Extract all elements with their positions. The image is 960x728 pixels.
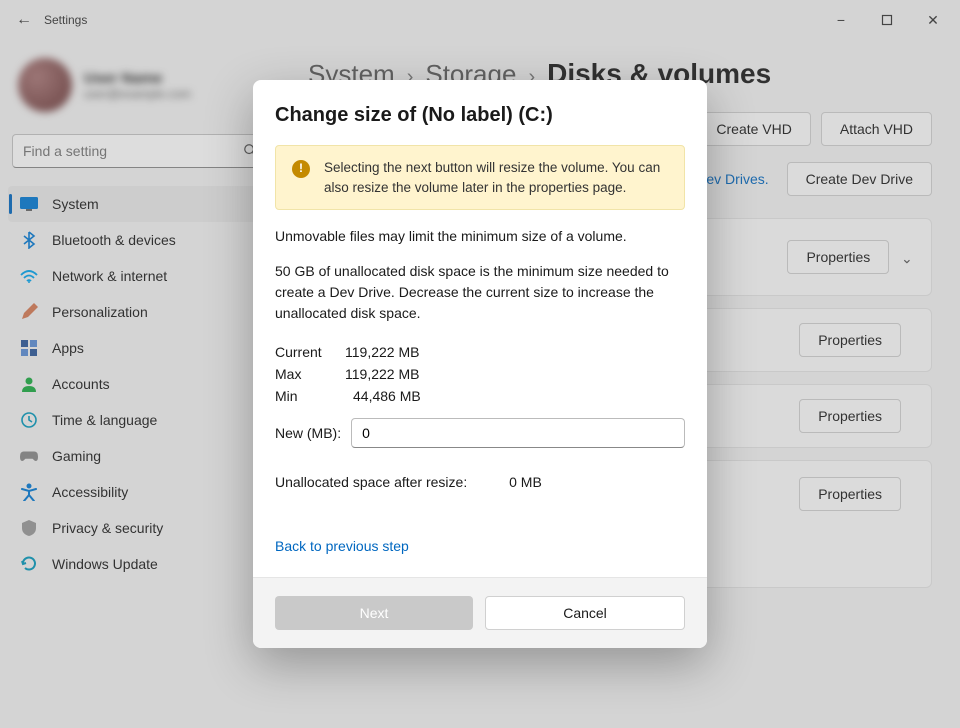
nav-item-system[interactable]: System [8,186,272,222]
create-vhd-button[interactable]: Create VHD [697,112,810,146]
nav-item-apps[interactable]: Apps [8,330,272,366]
nav-label: Windows Update [52,556,158,572]
nav-list: System Bluetooth & devices Network & int… [8,186,272,582]
unallocated-value: 0 MB [509,474,542,490]
maximize-button[interactable] [864,0,910,40]
sidebar: User Name user@example.com System Blueto… [0,40,280,728]
properties-button[interactable]: Properties [799,323,901,357]
back-button[interactable]: ← [12,8,36,32]
nav-item-network[interactable]: Network & internet [8,258,272,294]
max-value: 119,222 MB [345,366,419,382]
account-email: user@example.com [84,87,191,101]
info-text: Selecting the next button will resize th… [324,158,668,197]
window-title: Settings [44,13,87,27]
account-block[interactable]: User Name user@example.com [8,52,272,128]
current-value: 119,222 MB [345,344,419,360]
nav-item-accessibility[interactable]: Accessibility [8,474,272,510]
nav-item-time[interactable]: Time & language [8,402,272,438]
dialog-footer: Next Cancel [253,577,707,648]
cancel-button[interactable]: Cancel [485,596,685,630]
bluetooth-icon [20,231,38,249]
nav-label: Network & internet [52,268,167,284]
update-icon [20,555,38,573]
accounts-icon [20,375,38,393]
nav-item-gaming[interactable]: Gaming [8,438,272,474]
network-icon [20,267,38,285]
nav-item-bluetooth[interactable]: Bluetooth & devices [8,222,272,258]
account-name: User Name [84,70,191,87]
nav-item-personalization[interactable]: Personalization [8,294,272,330]
nav-label: Gaming [52,448,101,464]
warning-icon: ! [292,160,310,178]
unallocated-label: Unallocated space after resize: [275,474,467,490]
new-size-input[interactable] [351,418,685,448]
unallocated-row: Unallocated space after resize: 0 MB [275,474,685,490]
resize-dialog: Change size of (No label) (C:) ! Selecti… [253,80,707,648]
nav-item-privacy[interactable]: Privacy & security [8,510,272,546]
gaming-icon [20,447,38,465]
dialog-note: Unmovable files may limit the minimum si… [275,226,685,247]
new-size-label: New (MB): [275,425,341,441]
search-input[interactable] [23,143,243,159]
nav-label: Apps [52,340,84,356]
dialog-title: Change size of (No label) (C:) [275,104,685,127]
max-label: Max [275,366,345,382]
properties-button[interactable]: Properties [787,240,889,274]
min-label: Min [275,388,345,404]
nav-label: Bluetooth & devices [52,232,176,248]
minimize-button[interactable]: − [818,0,864,40]
size-table: Current119,222 MB Max119,222 MB Min44,48… [275,344,685,404]
nav-item-update[interactable]: Windows Update [8,546,272,582]
nav-label: System [52,196,99,212]
nav-label: Personalization [52,304,148,320]
current-label: Current [275,344,345,360]
min-value: 44,486 MB [345,388,421,404]
time-icon [20,411,38,429]
properties-button[interactable]: Properties [799,399,901,433]
back-link[interactable]: Back to previous step [275,538,409,554]
attach-vhd-button[interactable]: Attach VHD [821,112,932,146]
properties-button[interactable]: Properties [799,477,901,511]
privacy-icon [20,519,38,537]
nav-label: Accounts [52,376,110,392]
titlebar: ← Settings − ✕ [0,0,960,40]
nav-label: Time & language [52,412,157,428]
dialog-desc: 50 GB of unallocated disk space is the m… [275,261,685,324]
nav-item-accounts[interactable]: Accounts [8,366,272,402]
nav-label: Accessibility [52,484,128,500]
close-button[interactable]: ✕ [910,0,956,40]
chevron-up-icon: ⌃ [901,249,913,266]
create-dev-drive-button[interactable]: Create Dev Drive [787,162,932,196]
nav-label: Privacy & security [52,520,163,536]
system-icon [20,195,38,213]
apps-icon [20,339,38,357]
avatar [18,58,72,112]
next-button[interactable]: Next [275,596,473,630]
personalization-icon [20,303,38,321]
accessibility-icon [20,483,38,501]
search-box[interactable] [12,134,268,168]
info-banner: ! Selecting the next button will resize … [275,145,685,210]
